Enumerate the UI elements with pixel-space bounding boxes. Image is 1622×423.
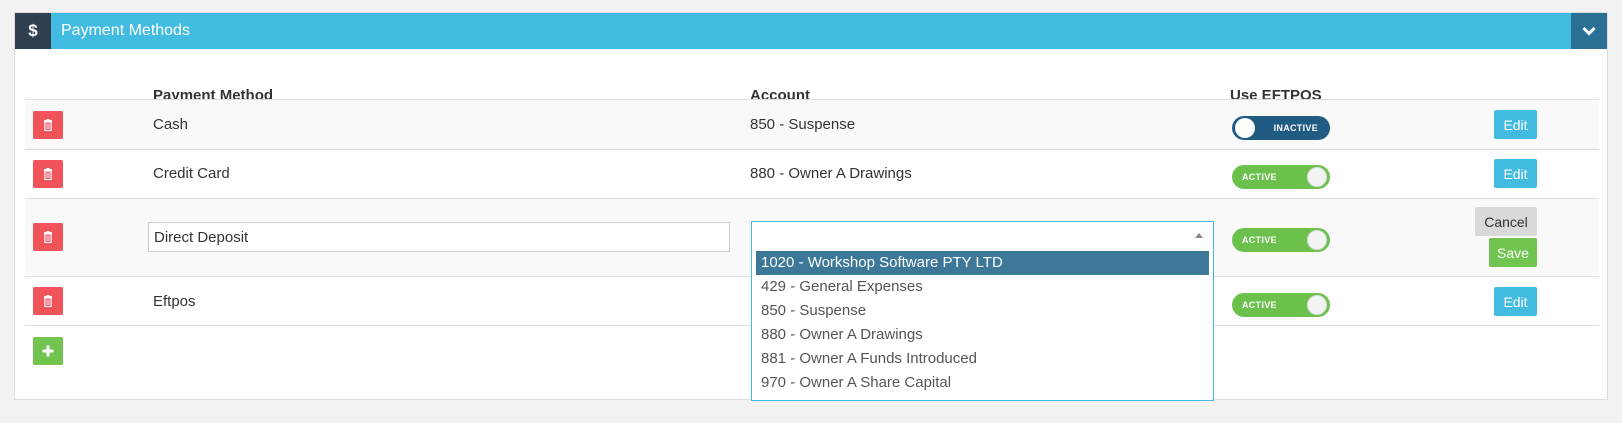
account-value: 850 - Suspense [750, 116, 856, 133]
account-select[interactable] [751, 221, 1214, 251]
dropdown-option[interactable]: 881 - Owner A Funds Introduced [756, 347, 1209, 371]
account-value: 880 - Owner A Drawings [750, 165, 912, 182]
toggle-label: ACTIVE [1242, 172, 1277, 182]
eftpos-toggle[interactable]: ACTIVE [1232, 293, 1330, 317]
dollar-icon: $ [15, 13, 51, 49]
save-button[interactable]: Save [1489, 238, 1537, 267]
toggle-knob [1307, 167, 1327, 187]
eftpos-toggle[interactable]: ACTIVE [1232, 165, 1330, 189]
cancel-button[interactable]: Cancel [1475, 207, 1537, 236]
delete-button[interactable] [33, 287, 63, 315]
dropdown-option[interactable]: 850 - Suspense [756, 299, 1209, 323]
payment-method-input[interactable] [148, 222, 730, 252]
toggle-label: ACTIVE [1242, 235, 1277, 245]
payment-method-name: Cash [153, 116, 189, 133]
toggle-label: ACTIVE [1242, 300, 1277, 310]
edit-button[interactable]: Edit [1494, 287, 1537, 316]
dropdown-option[interactable]: 429 - General Expenses [756, 275, 1209, 299]
eftpos-toggle[interactable]: ACTIVE [1232, 228, 1330, 252]
account-dropdown-list[interactable]: 1020 - Workshop Software PTY LTD 429 - G… [751, 249, 1214, 401]
add-payment-method-button[interactable] [33, 337, 63, 365]
trash-icon [44, 231, 52, 243]
chevron-down-icon [1582, 26, 1596, 36]
delete-button[interactable] [33, 111, 63, 139]
caret-up-icon [1195, 233, 1203, 238]
dropdown-option[interactable]: 1020 - Workshop Software PTY LTD [756, 251, 1209, 275]
dropdown-option[interactable]: 880 - Owner A Drawings [756, 323, 1209, 347]
edit-button[interactable]: Edit [1494, 159, 1537, 188]
delete-button[interactable] [33, 223, 63, 251]
trash-icon [44, 168, 52, 180]
trash-icon [44, 295, 52, 307]
toggle-label: INACTIVE [1273, 123, 1318, 133]
panel-header: $ Payment Methods [15, 13, 1607, 49]
delete-button[interactable] [33, 160, 63, 188]
trash-icon [44, 119, 52, 131]
collapse-button[interactable] [1571, 13, 1607, 49]
payment-method-name: Eftpos [153, 293, 196, 310]
table-row: Credit Card 880 - Owner A Drawings ACTIV… [25, 149, 1599, 198]
toggle-knob [1307, 295, 1327, 315]
payment-method-name: Credit Card [153, 165, 230, 182]
eftpos-toggle[interactable]: INACTIVE [1232, 116, 1330, 140]
toggle-knob [1307, 230, 1327, 250]
table-row: Cash 850 - Suspense INACTIVE Edit [25, 99, 1599, 149]
edit-button[interactable]: Edit [1494, 110, 1537, 139]
panel-title: Payment Methods [61, 22, 190, 39]
plus-icon [42, 345, 54, 357]
toggle-knob [1235, 118, 1255, 138]
dropdown-option[interactable]: 970 - Owner A Share Capital [756, 371, 1209, 395]
